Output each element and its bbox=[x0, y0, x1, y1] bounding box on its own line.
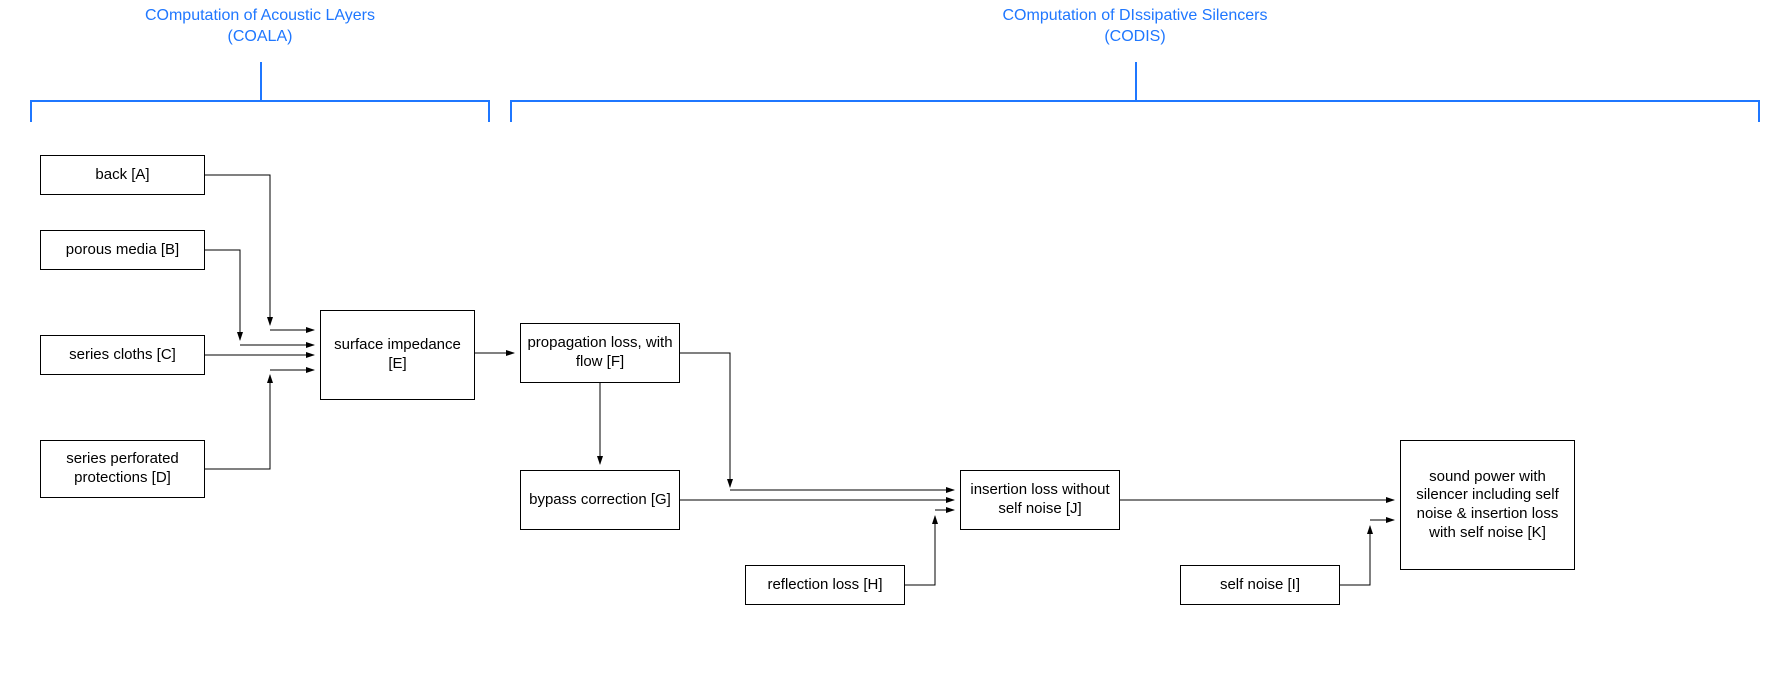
node-sound-power: sound power with silencer including self… bbox=[1400, 440, 1575, 570]
group-label-coala-line2: (COALA) bbox=[228, 28, 293, 45]
group-label-coala-line1: COmputation of Acoustic LAyers bbox=[145, 7, 375, 24]
node-reflection-loss: reflection loss [H] bbox=[745, 565, 905, 605]
group-label-codis: COmputation of DIssipative Silencers (CO… bbox=[510, 6, 1760, 48]
node-series-cloths: series cloths [C] bbox=[40, 335, 205, 375]
node-surface-impedance: surface impedance [E] bbox=[320, 310, 475, 400]
node-bypass-correction: bypass correction [G] bbox=[520, 470, 680, 530]
group-label-coala: COmputation of Acoustic LAyers (COALA) bbox=[30, 6, 490, 48]
diagram-canvas: COmputation of Acoustic LAyers (COALA) C… bbox=[0, 0, 1773, 676]
node-propagation-loss: propagation loss, with flow [F] bbox=[520, 323, 680, 383]
node-porous-media: porous media [B] bbox=[40, 230, 205, 270]
bracket-coala bbox=[30, 100, 490, 102]
group-label-codis-line2: (CODIS) bbox=[1104, 28, 1165, 45]
group-label-codis-line1: COmputation of DIssipative Silencers bbox=[1003, 7, 1268, 24]
node-series-perf-prot: series perforated protections [D] bbox=[40, 440, 205, 498]
bracket-codis bbox=[510, 100, 1760, 102]
node-insertion-loss: insertion loss without self noise [J] bbox=[960, 470, 1120, 530]
node-back: back [A] bbox=[40, 155, 205, 195]
node-self-noise: self noise [I] bbox=[1180, 565, 1340, 605]
